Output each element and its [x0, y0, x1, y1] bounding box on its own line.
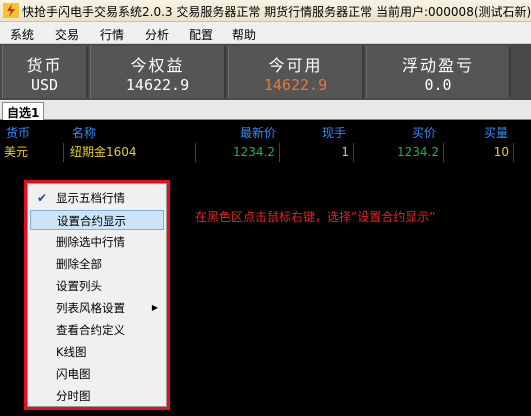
submenu-arrow-icon: ▶ — [151, 303, 158, 312]
watchlist-tabs: 自选1 — [0, 100, 531, 120]
summary-equity-value: 14622.9 — [125, 76, 190, 94]
row-bid-price: 1234.2 — [354, 143, 444, 162]
menu-item-set-columns[interactable]: 设置列头 — [30, 276, 164, 296]
summary-available-value: 14622.9 — [263, 76, 328, 94]
menu-item-timeshare-chart[interactable]: 分时图 — [30, 386, 164, 406]
menu-help[interactable]: 帮助 — [232, 26, 256, 43]
menu-bar: 系统 交易 行情 分析 配置 帮助 — [0, 22, 531, 44]
row-name: 纽期金1604 — [64, 143, 196, 162]
menu-item-contract-display[interactable]: 设置合约显示 — [30, 210, 164, 230]
app-lightning-icon — [3, 3, 19, 18]
instruction-annotation: 在黑色区点击鼠标右键，选择”设置合约显示” — [195, 210, 436, 224]
summary-currency-value: USD — [30, 76, 59, 94]
window-title: 快抢手闪电手交易系统2.0.3 交易服务器正常 期货行情服务器正常 当前用户:0… — [22, 5, 531, 19]
menu-trade[interactable]: 交易 — [55, 26, 79, 43]
menu-item-label: 查看合约定义 — [56, 323, 125, 337]
row-bid-qty: 10 — [444, 143, 514, 162]
title-bar: 快抢手闪电手交易系统2.0.3 交易服务器正常 期货行情服务器正常 当前用户:0… — [0, 0, 531, 22]
menu-item-delete-all[interactable]: 删除全部 — [30, 254, 164, 274]
row-last-price: 1234.2 — [196, 143, 280, 162]
summary-floating-pnl-label: 浮动盈亏 — [401, 56, 474, 75]
menu-item-kline-chart[interactable]: K线图 — [30, 342, 164, 362]
summary-available-label: 今可用 — [268, 56, 323, 75]
row-currency: 美元 — [0, 143, 64, 162]
table-row[interactable]: 美元 纽期金1604 1234.2 1 1234.2 10 — [0, 143, 531, 162]
check-icon: ✔ — [36, 191, 48, 205]
menu-config[interactable]: 配置 — [189, 26, 213, 43]
summary-equity: 今权益 14622.9 — [90, 46, 226, 98]
menu-item-delete-selected[interactable]: 删除选中行情 — [30, 232, 164, 252]
col-header-last[interactable]: 最新价 — [240, 124, 276, 141]
menu-item-label: 列表风格设置 — [56, 301, 125, 315]
menu-item-lightning-chart[interactable]: 闪电图 — [30, 364, 164, 384]
menu-item-show-depth[interactable]: ✔ 显示五档行情 — [30, 188, 164, 208]
menu-item-label: 显示五档行情 — [56, 191, 125, 205]
menu-analysis[interactable]: 分析 — [145, 26, 169, 43]
account-summary: 货币 USD 今权益 14622.9 今可用 14622.9 浮动盈亏 0.0 — [0, 44, 531, 100]
row-volume: 1 — [280, 143, 354, 162]
col-header-volume[interactable]: 现手 — [322, 124, 346, 141]
summary-equity-label: 今权益 — [130, 56, 185, 75]
menu-quotes[interactable]: 行情 — [100, 26, 124, 43]
menu-item-contract-definition[interactable]: 查看合约定义 — [30, 320, 164, 340]
col-header-currency[interactable]: 货币 — [6, 124, 30, 141]
menu-item-label: 设置列头 — [56, 279, 102, 293]
menu-item-label: K线图 — [56, 345, 87, 359]
summary-available: 今可用 14622.9 — [228, 46, 364, 98]
col-header-bid[interactable]: 买价 — [412, 124, 436, 141]
menu-item-label: 闪电图 — [56, 367, 91, 381]
menu-system[interactable]: 系统 — [10, 26, 34, 43]
context-menu-highlight-frame: ✔ 显示五档行情 设置合约显示 删除选中行情 删除全部 设置列头 列表风格设置 … — [24, 180, 170, 410]
menu-item-label: 删除选中行情 — [56, 235, 125, 249]
summary-floating-pnl: 浮动盈亏 0.0 — [366, 46, 511, 98]
col-header-name[interactable]: 名称 — [72, 124, 96, 141]
menu-item-label: 设置合约显示 — [57, 214, 126, 228]
summary-currency: 货币 USD — [2, 46, 88, 98]
menu-item-label: 分时图 — [56, 389, 91, 403]
menu-item-label: 删除全部 — [56, 257, 102, 271]
tab-watchlist-1[interactable]: 自选1 — [2, 102, 45, 120]
summary-floating-pnl-value: 0.0 — [424, 76, 452, 94]
summary-currency-label: 货币 — [26, 56, 63, 75]
context-menu: ✔ 显示五档行情 设置合约显示 删除选中行情 删除全部 设置列头 列表风格设置 … — [27, 183, 167, 407]
menu-item-list-style[interactable]: 列表风格设置 ▶ — [30, 298, 164, 318]
col-header-bid-qty[interactable]: 买量 — [484, 124, 508, 141]
